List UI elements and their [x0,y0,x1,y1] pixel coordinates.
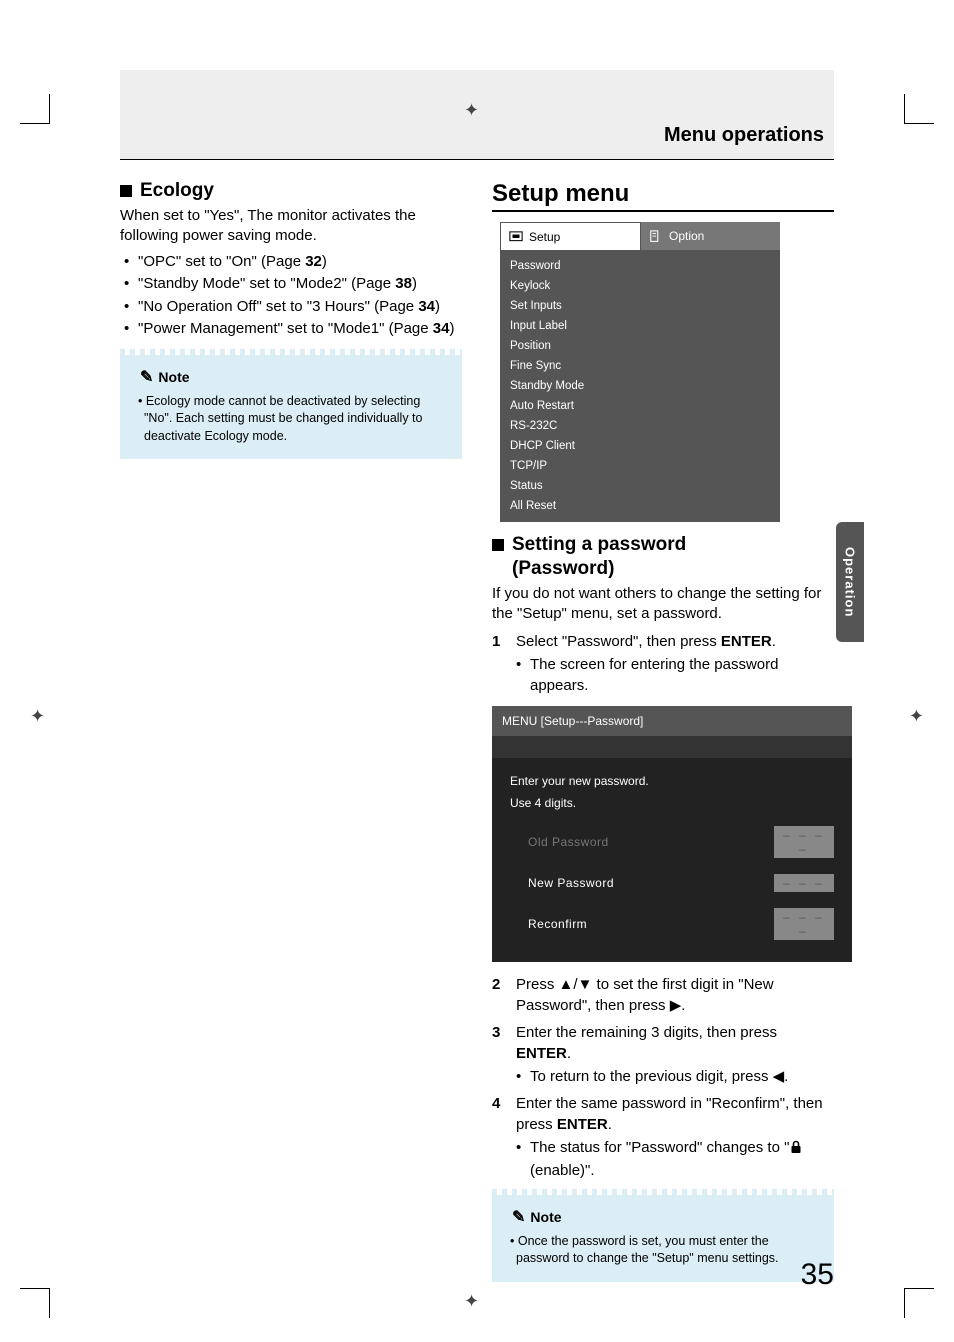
note-label: Note [530,1209,561,1225]
ecology-note: ✎ Note • Ecology mode cannot be deactiva… [120,355,462,460]
password-mask: – – – – [774,826,834,858]
ecology-heading-text: Ecology [140,180,214,202]
note-body: • Once the password is set, you must ent… [512,1233,824,1268]
note-label: Note [158,369,189,385]
osd-item: Set Inputs [500,296,780,316]
section-tab-operation: Operation [836,522,864,642]
note-heading: ✎ Note [512,1207,824,1227]
osd-item: RS-232C [500,416,780,436]
password-row-new: New Password – – – [528,874,834,892]
password-osd: MENU [Setup---Password] Enter your new p… [492,706,852,962]
osd-item: TCP/IP [500,456,780,476]
registration-mark-right: ✦ [909,706,924,727]
osd-item: Input Label [500,316,780,336]
crop-mark-br [904,1288,934,1318]
password-mask: – – – – [774,908,834,940]
step-4: 4 Enter the same password in "Reconfirm"… [492,1093,834,1181]
crop-mark-tl [20,94,50,124]
osd-tab-option-label: Option [669,229,704,243]
setup-tab-icon [509,231,523,243]
ecology-intro: When set to "Yes", The monitor activates… [120,206,462,247]
password-osd-line1: Enter your new password. [510,774,834,788]
registration-mark-left: ✦ [30,706,45,727]
osd-tab-setup: Setup [500,222,641,250]
crop-mark-bl [20,1288,50,1318]
osd-item: Position [500,336,780,356]
step-3-sub: To return to the previous digit, press ◀… [516,1066,834,1087]
note-heading: ✎ Note [140,367,452,387]
osd-item: All Reset [500,496,780,516]
osd-item: Password [500,256,780,276]
ecology-bullet: "Power Management" set to "Mode1" (Page … [138,318,462,341]
password-note: ✎ Note • Once the password is set, you m… [492,1195,834,1282]
step-1: 1 Select "Password", then press ENTER. T… [492,631,834,696]
password-osd-line2: Use 4 digits. [510,796,834,810]
ecology-bullet: "Standby Mode" set to "Mode2" (Page 38) [138,273,462,296]
right-column: Setup menu Setup Option [492,180,834,1282]
left-column: Ecology When set to "Yes", The monitor a… [120,180,462,1282]
step-1-sub: The screen for entering the password app… [516,654,834,696]
osd-tab-setup-label: Setup [529,230,560,244]
pencil-note-icon: ✎ [512,1207,525,1227]
osd-tab-option: Option [641,222,780,250]
page-title: Menu operations [664,124,824,147]
square-bullet-icon [492,539,504,551]
osd-item: Status [500,476,780,496]
step-3: 3 Enter the remaining 3 digits, then pre… [492,1022,834,1087]
page-number: 35 [801,1258,834,1292]
registration-mark-bottom: ✦ [464,1291,479,1312]
password-heading: Setting a password [492,534,834,556]
lock-icon [789,1139,803,1160]
osd-item: Standby Mode [500,376,780,396]
osd-item: Auto Restart [500,396,780,416]
password-heading-line2: (Password) [512,558,614,580]
password-mask: – – – [774,874,834,892]
password-heading-sub: (Password) [492,558,834,580]
step-2: 2 Press ▲/▼ to set the first digit in "N… [492,974,834,1016]
password-intro: If you do not want others to change the … [492,584,834,625]
note-body: • Ecology mode cannot be deactivated by … [140,393,452,446]
password-osd-title: MENU [Setup---Password] [492,706,852,736]
ecology-bullet: "No Operation Off" set to "3 Hours" (Pag… [138,296,462,319]
pencil-note-icon: ✎ [140,367,153,387]
ecology-heading: Ecology [120,180,462,202]
setup-osd-menu: Setup Option Password Keylock Set Inputs… [500,222,780,522]
setup-menu-title: Setup menu [492,180,834,212]
osd-item: DHCP Client [500,436,780,456]
square-bullet-icon [120,185,132,197]
osd-item: Fine Sync [500,356,780,376]
ecology-bullet-list: "OPC" set to "On" (Page 32) "Standby Mod… [120,251,462,341]
crop-mark-tr [904,94,934,124]
step-4-sub: The status for "Password" changes to " (… [516,1137,834,1181]
password-steps-cont: 2 Press ▲/▼ to set the first digit in "N… [492,974,834,1181]
osd-item: Keylock [500,276,780,296]
ecology-bullet: "OPC" set to "On" (Page 32) [138,251,462,274]
password-row-old: Old Password – – – – [528,826,834,858]
password-steps: 1 Select "Password", then press ENTER. T… [492,631,834,696]
option-tab-icon [649,230,663,242]
password-row-reconfirm: Reconfirm – – – – [528,908,834,940]
registration-mark-top: ✦ [464,100,479,121]
password-heading-line1: Setting a password [512,534,686,556]
